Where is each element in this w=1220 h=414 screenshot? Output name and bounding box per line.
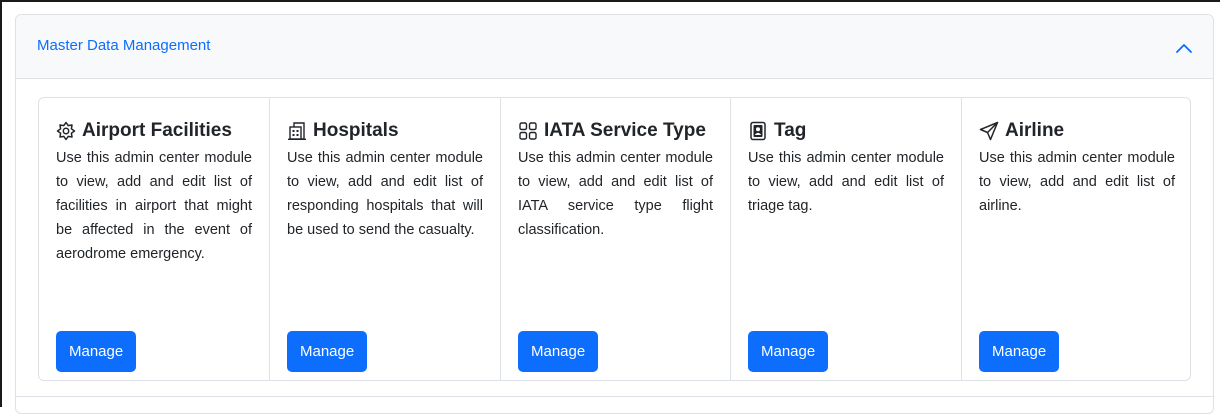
send-icon [979, 121, 999, 141]
manage-button[interactable]: Manage [518, 331, 599, 372]
chevron-up-icon[interactable] [1173, 37, 1195, 59]
window-edge-left [0, 0, 2, 407]
card-airport-facilities: Airport Facilities Use this admin center… [39, 98, 270, 380]
card-iata-service-type: IATA Service Type Use this admin center … [501, 98, 731, 380]
card-hospitals: Hospitals Use this admin center module t… [270, 98, 501, 380]
manage-button[interactable]: Manage [979, 331, 1060, 372]
badge-icon [748, 121, 768, 141]
window-edge-top [0, 0, 1220, 2]
card-description: Use this admin center module to view, ad… [979, 150, 1175, 214]
card-title: Airport Facilities [82, 120, 232, 141]
card-title: Airline [1005, 120, 1065, 141]
manage-button[interactable]: Manage [748, 331, 829, 372]
panel-title: Master Data Management [37, 37, 211, 54]
manage-button[interactable]: Manage [56, 331, 137, 372]
card-description: Use this admin center module to view, ad… [518, 150, 713, 238]
card-title: IATA Service Type [544, 120, 706, 141]
card-airline: Airline Use this admin center module to … [962, 98, 1192, 380]
module-cards: Airport Facilities Use this admin center… [38, 97, 1191, 381]
gear-icon [56, 121, 76, 141]
card-description: Use this admin center module to view, ad… [287, 150, 483, 238]
panel-footer-divider [15, 396, 1214, 397]
panel-header[interactable]: Master Data Management [16, 15, 1213, 79]
building-icon [287, 121, 307, 141]
card-title: Hospitals [313, 120, 399, 141]
card-title: Tag [774, 120, 807, 141]
master-data-panel: Master Data Management Airport Facilitie… [15, 14, 1214, 414]
card-description: Use this admin center module to view, ad… [56, 150, 252, 262]
card-description: Use this admin center module to view, ad… [748, 150, 944, 214]
card-tag: Tag Use this admin center module to view… [731, 98, 962, 380]
manage-button[interactable]: Manage [287, 331, 368, 372]
grid-icon [518, 121, 538, 141]
